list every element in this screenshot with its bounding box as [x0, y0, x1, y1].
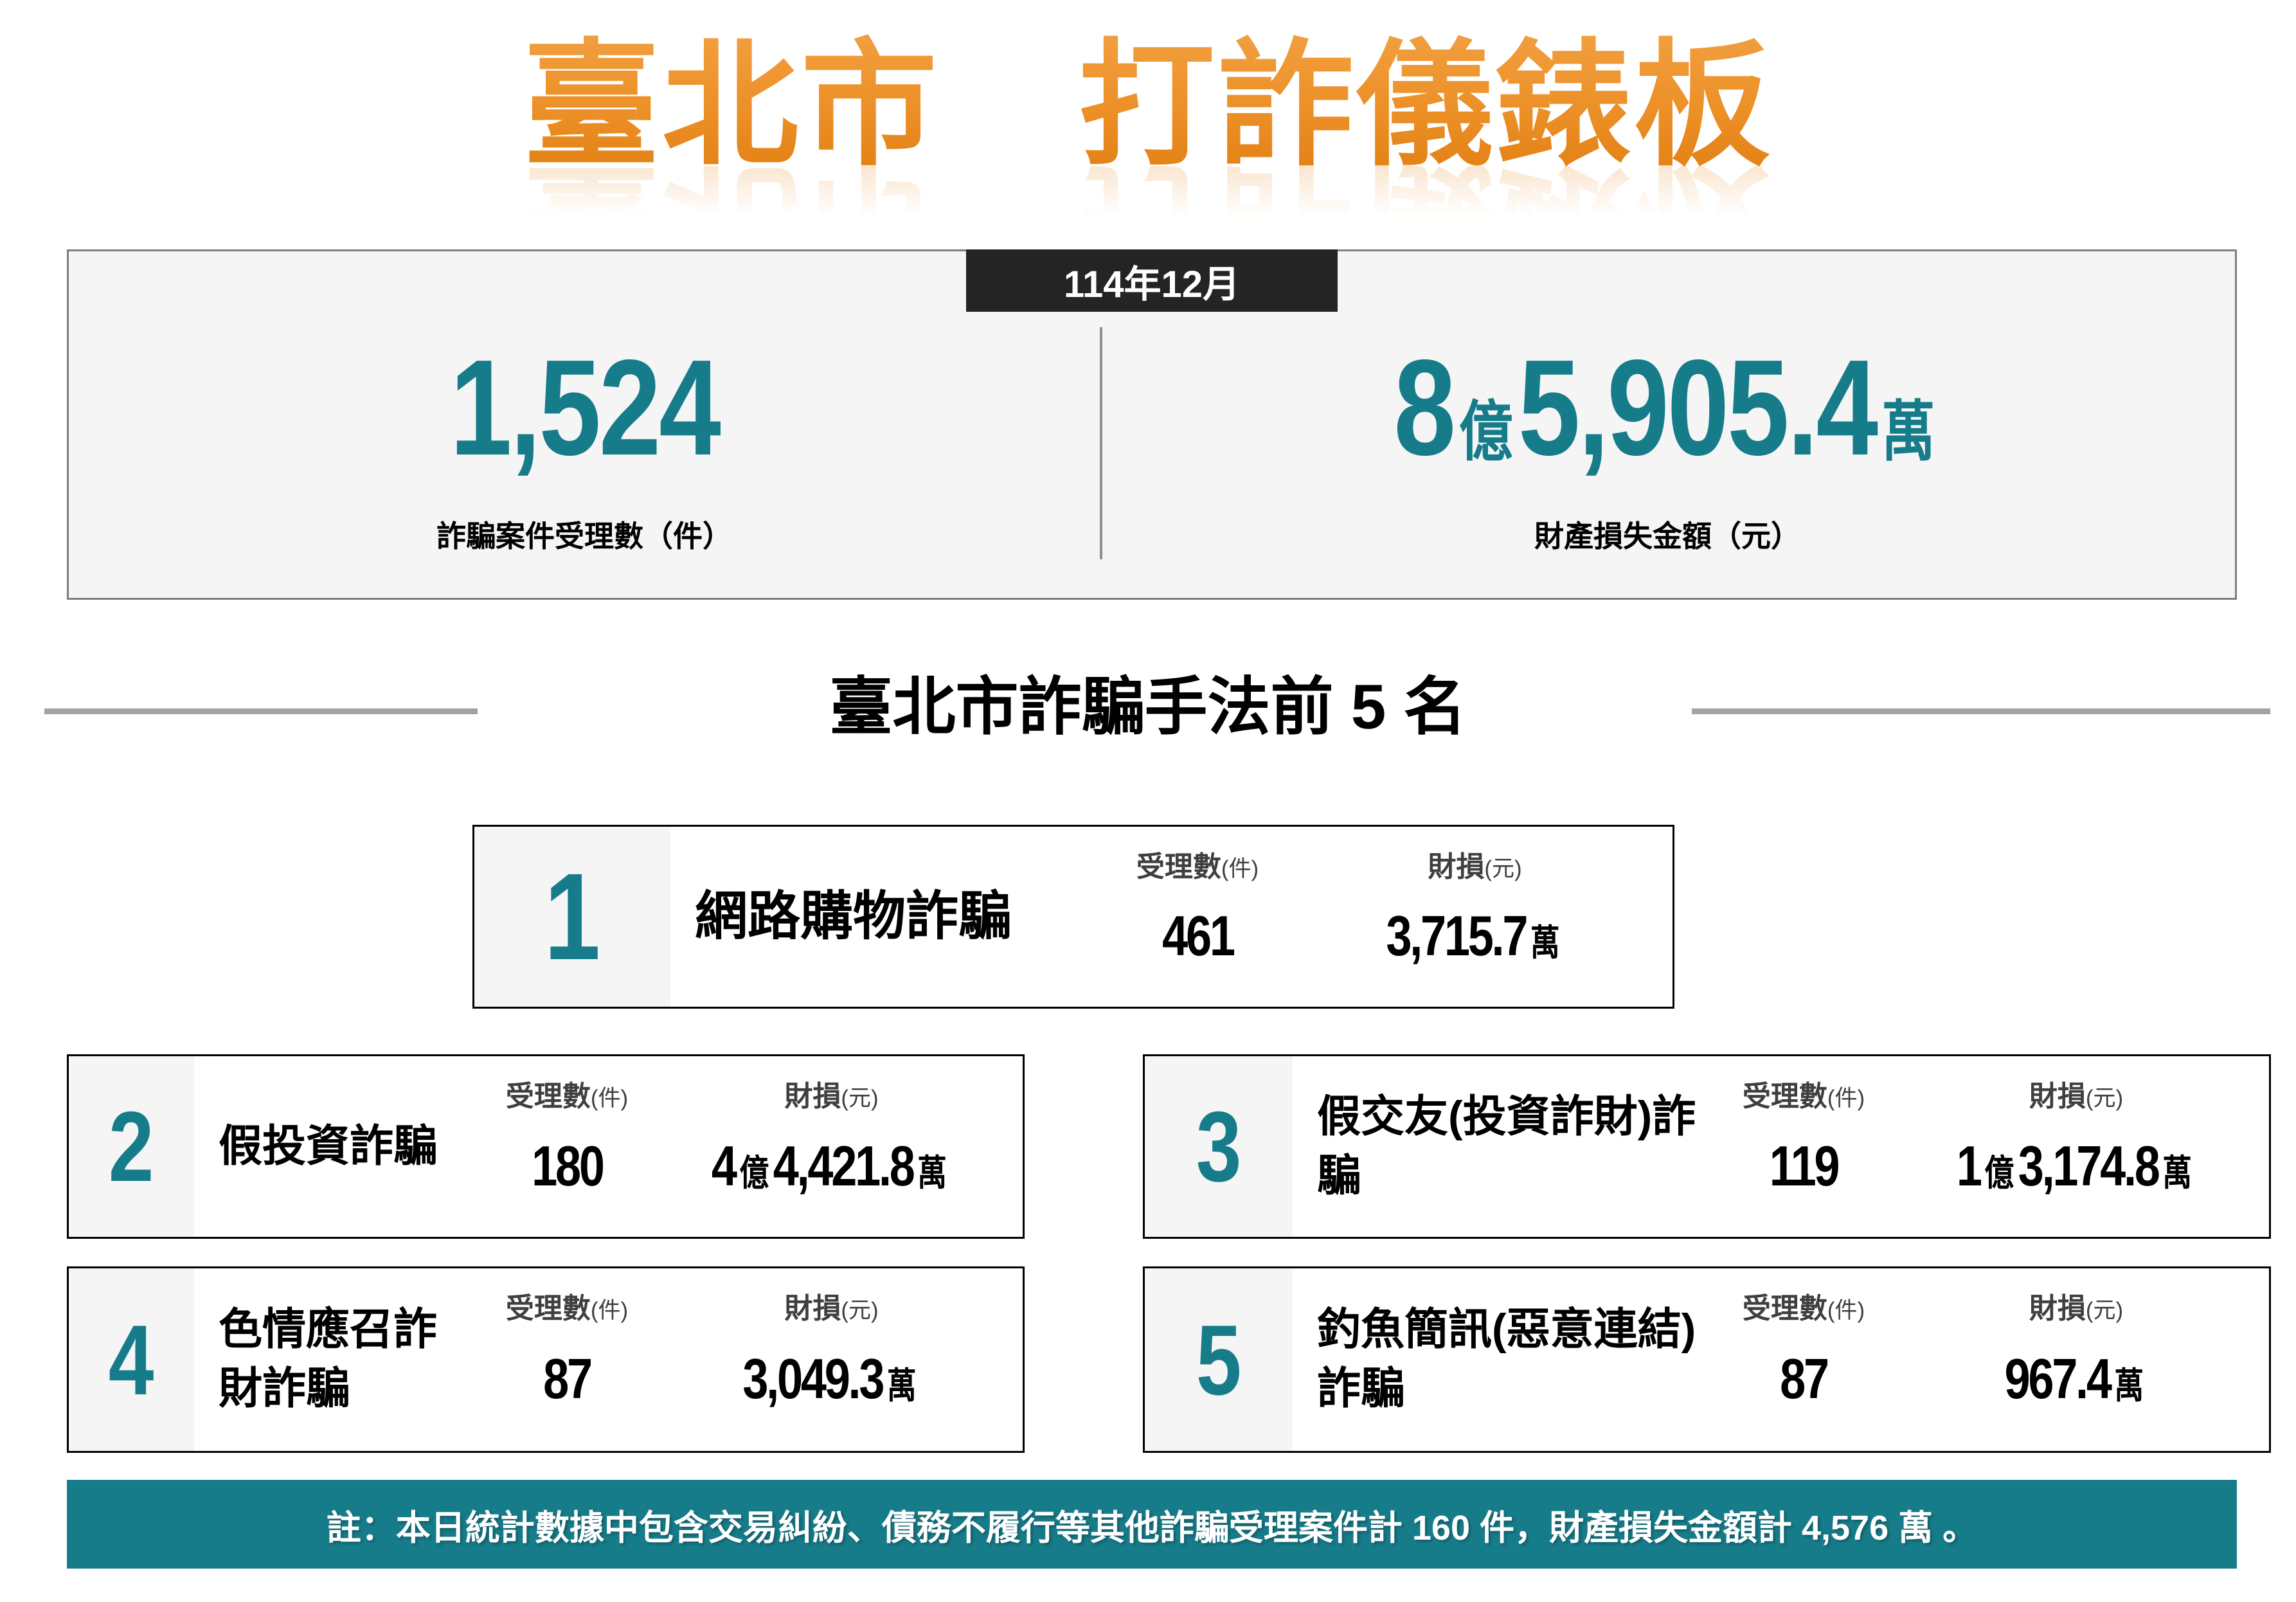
loss-header: 財損(元) — [784, 1081, 879, 1112]
fraud-card-rank-1: 1 網路購物詐騙 受理數(件) 461 財損(元) 3,715.7 萬 — [472, 825, 1674, 1009]
cases-column: 受理數(件) 119 — [1701, 1056, 1906, 1237]
rank-badge: 2 — [69, 1056, 194, 1237]
divider-line-right — [1692, 708, 2270, 714]
anti-fraud-dashboard: { "colors": { "accent_teal": "#177C8A", … — [0, 0, 2296, 1602]
cases-header: 受理數(件) — [505, 1293, 629, 1324]
fraud-type-name: 網路購物詐騙 — [695, 887, 1012, 946]
rank-badge: 5 — [1145, 1268, 1293, 1451]
cases-value: 87 — [543, 1347, 593, 1410]
cases-value: 119 — [1769, 1133, 1840, 1198]
cases-header: 受理數(件) — [1136, 851, 1259, 883]
total-loss-value: 8 億 5,905.4 萬 — [1334, 339, 2000, 476]
total-loss-label: 財產損失金額（元） — [1534, 519, 1801, 553]
rank-badge: 1 — [474, 827, 670, 1007]
cases-value: 180 — [531, 1133, 605, 1198]
fraud-card-rank-2: 2 假投資詐騙 受理數(件) 180 財損(元) 4 億 4,421.8 萬 — [67, 1054, 1025, 1239]
loss-header: 財損(元) — [1428, 851, 1522, 883]
loss-value: 967.4 萬 — [2004, 1347, 2144, 1410]
ranking-section-title: 臺北市詐騙手法前 5 名 — [829, 671, 1467, 742]
cases-header: 受理數(件) — [505, 1081, 629, 1112]
page-header: 臺北市 打詐儀錶板 — [0, 27, 2296, 184]
cases-header: 受理數(件) — [1742, 1293, 1865, 1324]
summary-panel: 114年12月 1,524 詐騙案件受理數（件） 8 億 5,905.4 萬 財產損失… — [67, 249, 2237, 600]
rank-number: 4 — [109, 1304, 154, 1416]
stat-total-cases: 1,524 詐騙案件受理數（件） — [69, 251, 1100, 598]
cases-column: 受理數(件) 180 — [471, 1056, 663, 1237]
rank-number: 2 — [109, 1091, 154, 1202]
statistics-footnote: 註：本日統計數據中包含交易糾紛、債務不履行等其他詐騙受理案件計 160 件，財產… — [67, 1480, 2237, 1569]
rank-badge: 3 — [1145, 1056, 1293, 1237]
loss-header: 財損(元) — [784, 1293, 879, 1324]
fraud-type-name: 釣魚簡訊(惡意連結)詐騙 — [1317, 1305, 1696, 1413]
vertical-divider — [1100, 327, 1103, 559]
cases-value: 461 — [1161, 904, 1235, 968]
cases-value: 87 — [1780, 1347, 1829, 1410]
fraud-type-name: 色情應召詐財詐騙 — [219, 1305, 438, 1413]
loss-header: 財損(元) — [2029, 1293, 2124, 1324]
total-cases-label: 詐騙案件受理數（件） — [436, 519, 733, 553]
rank-number: 1 — [544, 847, 601, 986]
loss-column: 財損(元) 1 億 3,174.8 萬 — [1906, 1056, 2269, 1237]
cases-column: 受理數(件) 87 — [1701, 1268, 1906, 1451]
fraud-card-rank-5: 5 釣魚簡訊(惡意連結)詐騙 受理數(件) 87 財損(元) 967.4 萬 — [1143, 1266, 2271, 1453]
fraud-card-rank-4: 4 色情應召詐財詐騙 受理數(件) 87 財損(元) 3,049.3 萬 — [67, 1266, 1025, 1453]
loss-value: 1 億 3,174.8 萬 — [1956, 1133, 2192, 1198]
rank-number: 5 — [1196, 1304, 1242, 1416]
cases-column: 受理數(件) 87 — [471, 1268, 663, 1451]
cases-header: 受理數(件) — [1742, 1081, 1865, 1112]
total-loss-number: 8 億 5,905.4 萬 — [1394, 330, 1936, 483]
period-badge: 114年12月 — [966, 249, 1338, 312]
loss-value: 3,049.3 萬 — [742, 1347, 917, 1410]
rank-number: 3 — [1196, 1091, 1242, 1202]
ranking-section-header: 臺北市詐騙手法前 5 名 — [0, 666, 2296, 762]
fraud-type-name: 假投資詐騙 — [219, 1121, 438, 1171]
loss-header: 財損(元) — [2029, 1081, 2124, 1112]
total-cases-value: 1,524 — [420, 339, 749, 476]
loss-column: 財損(元) 4 億 4,421.8 萬 — [663, 1056, 1023, 1237]
loss-value: 3,715.7 萬 — [1386, 904, 1560, 968]
fraud-type-name: 假交友(投資詐財)詐騙 — [1317, 1092, 1696, 1200]
page-title: 臺北市 打詐儀錶板 — [523, 27, 1773, 184]
cases-column: 受理數(件) 461 — [1095, 827, 1300, 1007]
loss-column: 財損(元) 967.4 萬 — [1906, 1268, 2269, 1451]
total-cases-number: 1,524 — [449, 330, 721, 483]
loss-column: 財損(元) 3,715.7 萬 — [1300, 827, 1673, 1007]
fraud-card-rank-3: 3 假交友(投資詐財)詐騙 受理數(件) 119 財損(元) 1 億 3,174.8… — [1143, 1054, 2271, 1239]
loss-column: 財損(元) 3,049.3 萬 — [663, 1268, 1023, 1451]
loss-value: 4 億 4,421.8 萬 — [712, 1133, 947, 1198]
rank-badge: 4 — [69, 1268, 194, 1451]
divider-line-left — [44, 708, 478, 714]
